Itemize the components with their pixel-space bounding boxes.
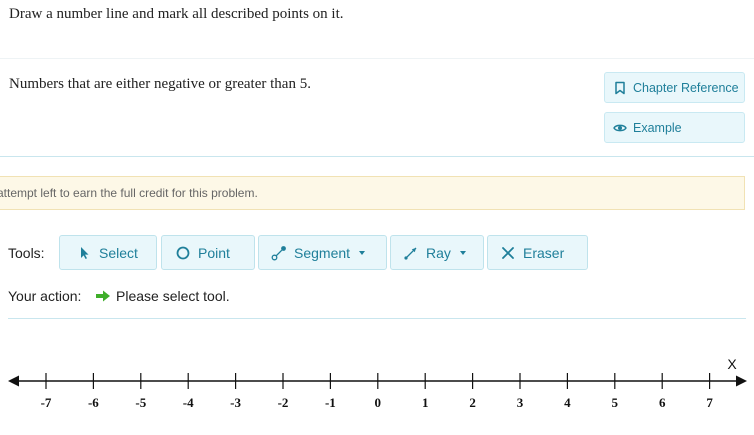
- ray-icon: [403, 245, 419, 261]
- tick-label: 5: [612, 395, 619, 410]
- tick-label: -5: [135, 395, 146, 410]
- eraser-tool-label: Eraser: [523, 244, 565, 261]
- ray-tool-label: Ray: [426, 244, 451, 261]
- chevron-down-icon: [459, 250, 466, 255]
- tick-label: 3: [517, 395, 524, 410]
- tick-label: -1: [325, 395, 336, 410]
- left-arrow-icon: [8, 375, 19, 387]
- number-line[interactable]: X -7 -6 -5 -4 -3 -2 -1 0 1 2 3 4 5 6 7: [0, 340, 754, 430]
- right-arrow-icon: [736, 375, 747, 387]
- action-label: Your action:: [8, 288, 82, 304]
- example-button[interactable]: Example: [604, 112, 745, 143]
- tick-label: 1: [422, 395, 429, 410]
- action-status-text: Please select tool.: [116, 288, 230, 304]
- tick-label: -7: [41, 395, 52, 410]
- tick-label: -3: [230, 395, 241, 410]
- tick-label: 0: [375, 395, 382, 410]
- chapter-reference-button[interactable]: Chapter Reference: [604, 72, 745, 103]
- tick-label: 6: [659, 395, 666, 410]
- tools-label: Tools:: [8, 245, 45, 261]
- divider: [8, 318, 746, 319]
- attempts-notice-text: attempt left to earn the full credit for…: [0, 186, 258, 200]
- eraser-tool-button[interactable]: Eraser: [487, 235, 588, 270]
- example-label: Example: [633, 120, 682, 135]
- attempts-notice: attempt left to earn the full credit for…: [0, 176, 745, 210]
- tick-label: 2: [469, 395, 476, 410]
- segment-tool-button[interactable]: Segment: [258, 235, 387, 270]
- ray-tool-button[interactable]: Ray: [390, 235, 484, 270]
- tick-label: -2: [278, 395, 289, 410]
- tick-label: 4: [564, 395, 571, 410]
- x-icon: [500, 245, 516, 261]
- point-tool-button[interactable]: Point: [161, 235, 255, 270]
- circle-icon: [175, 245, 191, 261]
- tick-label: -4: [183, 395, 194, 410]
- arrow-right-icon: [95, 289, 111, 308]
- segment-icon: [271, 245, 287, 261]
- chapter-reference-label: Chapter Reference: [633, 80, 739, 95]
- eye-icon: [613, 121, 627, 135]
- point-tool-label: Point: [198, 244, 230, 261]
- axis-label: X: [727, 356, 737, 372]
- instruction-text: Draw a number line and mark all describe…: [9, 6, 344, 22]
- divider: [0, 156, 754, 157]
- problem-statement: Numbers that are either negative or grea…: [9, 76, 311, 92]
- tick-label: 7: [706, 395, 713, 410]
- cursor-icon: [76, 245, 92, 261]
- segment-tool-label: Segment: [294, 244, 351, 261]
- tick-label: -6: [88, 395, 99, 410]
- select-tool-label: Select: [99, 244, 138, 261]
- select-tool-button[interactable]: Select: [59, 235, 157, 270]
- chevron-down-icon: [359, 250, 366, 255]
- divider: [0, 58, 754, 59]
- bookmark-icon: [613, 81, 627, 95]
